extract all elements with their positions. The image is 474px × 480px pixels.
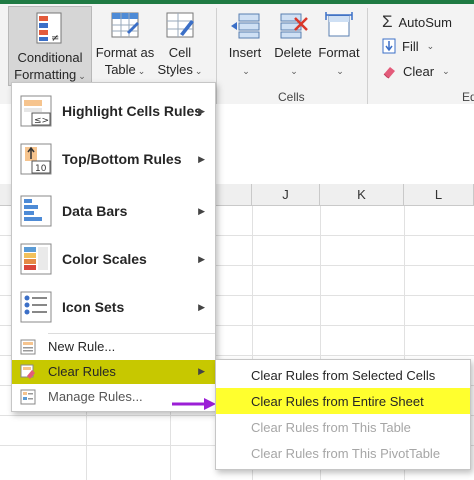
clear-rules-label: Clear Rules xyxy=(48,364,116,379)
chevron-down-icon: ⌄ xyxy=(242,66,250,76)
manage-rules-label: Manage Rules... xyxy=(48,389,143,404)
highlight-cells-rules-label: Highlight Cells Rules xyxy=(62,103,203,119)
chevron-down-icon: ⌄ xyxy=(194,66,203,76)
insert-label: Insert xyxy=(228,45,262,60)
submenu-item-clear-entire-sheet[interactable]: Clear Rules from Entire Sheet xyxy=(216,388,470,414)
editing-group-label: Ed xyxy=(462,90,474,104)
delete-cells-icon xyxy=(280,13,308,39)
fill-down-icon xyxy=(382,38,396,54)
chevron-down-icon: ⌄ xyxy=(78,71,86,81)
chevron-down-icon: ⌄ xyxy=(336,66,344,76)
submenu-item-clear-selected-cells[interactable]: Clear Rules from Selected Cells xyxy=(216,362,470,388)
new-rule-label: New Rule... xyxy=(48,339,116,354)
chevron-down-icon: ⌄ xyxy=(137,66,146,76)
group-separator xyxy=(367,8,368,104)
insert-button[interactable]: Insert ⌄ xyxy=(222,10,268,80)
data-bars-label: Data Bars xyxy=(62,203,128,219)
delete-button[interactable]: Delete ⌄ xyxy=(270,10,316,80)
menu-item-data-bars[interactable]: Data Bars ▶ xyxy=(12,187,215,235)
new-rule-icon xyxy=(20,339,36,355)
delete-label: Delete xyxy=(274,45,312,60)
clear-selected-cells-label: Clear Rules from Selected Cells xyxy=(251,368,436,383)
submenu-item-clear-this-pivottable: Clear Rules from This PivotTable xyxy=(216,440,470,466)
manage-rules-icon xyxy=(20,389,36,405)
submenu-arrow-icon: ▶ xyxy=(198,366,205,376)
submenu-arrow-icon: ▶ xyxy=(198,105,205,116)
menu-item-color-scales[interactable]: Color Scales ▶ xyxy=(12,235,215,283)
menu-separator xyxy=(48,333,215,334)
menu-item-top-bottom-rules[interactable]: 10 Top/Bottom Rules ▶ xyxy=(12,135,215,183)
highlight-cells-icon: ≤> xyxy=(20,95,52,127)
cell-styles-icon xyxy=(166,12,194,38)
pointer-arrow-icon xyxy=(172,398,216,410)
menu-item-highlight-cells-rules[interactable]: ≤> Highlight Cells Rules ▶ xyxy=(12,87,215,135)
cell-styles-line2: Styles xyxy=(157,62,193,77)
svg-text:≤>: ≤> xyxy=(34,116,49,126)
column-header-l[interactable]: L xyxy=(404,184,474,206)
fill-button[interactable]: Fill ⌄ xyxy=(382,38,434,54)
conditional-formatting-line2: Formatting xyxy=(14,67,77,82)
conditional-formatting-button[interactable]: ≠ Conditional Formatting ⌄ xyxy=(8,6,92,86)
column-header-k[interactable]: K xyxy=(320,184,404,206)
svg-text:≠: ≠ xyxy=(51,33,59,44)
menu-item-new-rule[interactable]: New Rule... xyxy=(12,335,215,359)
format-label: Format xyxy=(318,45,360,60)
sigma-icon: Σ xyxy=(382,12,393,31)
conditional-formatting-line1: Conditional xyxy=(17,50,83,65)
clear-button[interactable]: Clear ⌄ xyxy=(382,64,450,79)
format-as-table-line1: Format as xyxy=(95,45,155,60)
icon-sets-icon xyxy=(20,291,52,323)
insert-cells-icon xyxy=(231,13,260,39)
submenu-arrow-icon: ▶ xyxy=(198,253,205,264)
eraser-icon xyxy=(383,66,395,78)
format-as-table-line2: Table xyxy=(104,62,136,77)
clear-entire-sheet-label: Clear Rules from Entire Sheet xyxy=(251,394,424,409)
format-as-table-button[interactable]: Format as Table ⌄ xyxy=(93,10,157,80)
cell-styles-button[interactable]: Cell Styles ⌄ xyxy=(152,10,208,80)
clear-rules-submenu: Clear Rules from Selected Cells Clear Ru… xyxy=(215,359,471,470)
chevron-down-icon: ⌄ xyxy=(426,40,435,51)
svg-text:10: 10 xyxy=(35,164,47,174)
group-separator xyxy=(216,8,217,104)
conditional-formatting-menu: ≤> Highlight Cells Rules ▶ 10 Top/Bottom… xyxy=(11,82,216,412)
top-bottom-icon: 10 xyxy=(20,143,52,175)
submenu-arrow-icon: ▶ xyxy=(198,205,205,216)
clear-this-pivottable-label: Clear Rules from This PivotTable xyxy=(251,446,441,461)
autosum-label: AutoSum xyxy=(398,14,452,30)
icon-sets-label: Icon Sets xyxy=(62,299,125,315)
cells-group-label: Cells xyxy=(278,90,305,104)
top-bottom-rules-label: Top/Bottom Rules xyxy=(62,151,182,167)
chevron-down-icon: ⌄ xyxy=(290,66,298,76)
format-cells-icon xyxy=(325,12,353,37)
submenu-item-clear-this-table: Clear Rules from This Table xyxy=(216,414,470,440)
fill-label: Fill xyxy=(402,38,419,54)
clear-label: Clear xyxy=(403,64,435,79)
column-header-j[interactable]: J xyxy=(252,184,320,206)
autosum-button[interactable]: Σ AutoSum xyxy=(382,12,452,32)
cell-styles-line1: Cell xyxy=(168,45,192,60)
color-scales-label: Color Scales xyxy=(62,251,147,267)
menu-item-clear-rules[interactable]: Clear Rules ▶ xyxy=(12,360,215,384)
format-as-table-icon xyxy=(111,12,139,38)
data-bars-icon xyxy=(20,195,52,227)
submenu-arrow-icon: ▶ xyxy=(198,301,205,312)
menu-item-icon-sets[interactable]: Icon Sets ▶ xyxy=(12,283,215,331)
conditional-formatting-icon: ≠ xyxy=(36,12,62,44)
clear-rules-icon xyxy=(20,364,35,379)
color-scales-icon xyxy=(20,243,52,275)
submenu-arrow-icon: ▶ xyxy=(198,153,205,164)
format-button[interactable]: Format ⌄ xyxy=(316,10,362,80)
chevron-down-icon: ⌄ xyxy=(442,66,450,76)
clear-this-table-label: Clear Rules from This Table xyxy=(251,420,411,435)
